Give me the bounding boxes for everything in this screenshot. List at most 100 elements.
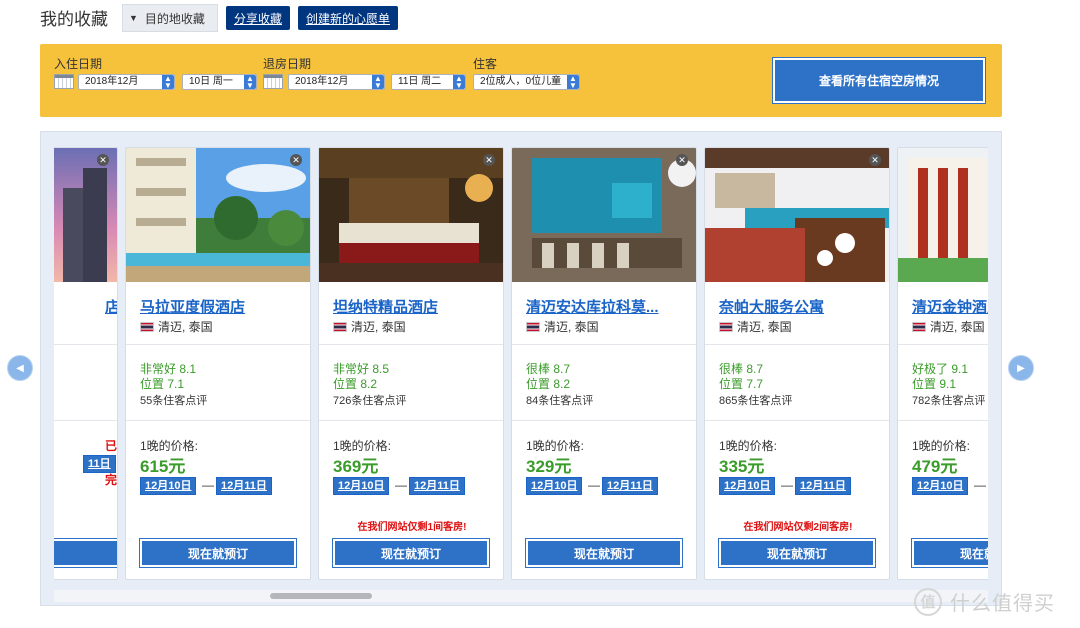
select-arrows-icon: ▲ ▼ — [453, 75, 465, 90]
hotel-card[interactable]: ✕ 坦纳特精品酒店 清迈, 泰国 非常好 8.5 位置 8.2 726条住客点评… — [318, 147, 504, 580]
location-text: 清迈, 泰国 — [930, 320, 985, 334]
review-count-link[interactable]: 55条住客点评 — [140, 392, 207, 408]
checkin-day-value: 10日 周一 — [189, 76, 233, 87]
hotel-name[interactable]: 店 — [105, 296, 117, 317]
hotel-photo[interactable] — [898, 148, 988, 282]
remove-favorite-icon[interactable]: ✕ — [676, 154, 688, 166]
thailand-flag-icon — [333, 321, 347, 332]
book-now-button[interactable]: 现在就预订 — [332, 538, 490, 568]
book-now-button[interactable]: 现在就预订 — [525, 538, 683, 568]
hotel-name[interactable]: 奈帕大服务公寓 — [719, 296, 884, 317]
checkin-date-tag[interactable]: 12月10日 — [333, 477, 390, 495]
scarcity-alert: 在我们网站仅剩1间客房! — [357, 522, 467, 533]
hotel-photo[interactable] — [512, 148, 696, 282]
hotel-photo[interactable] — [54, 148, 117, 282]
destination-dropdown[interactable]: ▼ 目的地收藏 — [122, 4, 218, 32]
book-now-button[interactable]: 现在就预订 — [718, 538, 876, 568]
price-value: 335元 — [719, 457, 765, 476]
checkout-month-select[interactable]: 2018年12月 ▲ ▼ — [288, 74, 385, 90]
checkin-day-select[interactable]: 10日 周一 ▲ ▼ — [182, 74, 257, 90]
hotel-name[interactable]: 清迈安达库拉科莫... — [526, 296, 691, 317]
arrow-left-icon: ◀ — [16, 362, 24, 374]
checkin-label: 入住日期 — [54, 57, 103, 71]
book-now-button[interactable] — [54, 538, 117, 568]
date-separator: — — [781, 478, 793, 492]
site-watermark: 值 什么值得买 — [914, 587, 1055, 616]
hotel-location: 清迈, 泰国 — [140, 318, 213, 335]
checkin-month-value: 2018年12月 — [85, 76, 139, 87]
select-arrows-icon: ▲ ▼ — [372, 75, 384, 90]
hotel-name[interactable]: 坦纳特精品酒店 — [333, 296, 498, 317]
hotel-photo[interactable] — [319, 148, 503, 282]
checkout-date-tag[interactable]: 12月11日 — [602, 477, 658, 495]
checkin-month-select[interactable]: 2018年12月 ▲ ▼ — [78, 74, 175, 90]
checkout-date-tag[interactable]: 12月11日 — [216, 477, 272, 495]
hotel-location: 清迈, 泰国 — [526, 318, 599, 335]
hotel-photo[interactable] — [705, 148, 889, 282]
review-count-link[interactable]: 782条住客点评 — [912, 392, 985, 408]
hotel-card[interactable]: ✕ 马拉亚度假酒店 清迈, 泰国 非常好 8.1 位置 7.1 55条住客点评 … — [125, 147, 311, 580]
scarcity-alert: 在我们网站仅剩2间客房! — [743, 522, 853, 533]
guests-label: 住客 — [473, 57, 498, 71]
checkin-date-tag[interactable]: 12月10日 — [140, 477, 197, 495]
remove-favorite-icon[interactable]: ✕ — [290, 154, 302, 166]
price-value: 329元 — [526, 457, 572, 476]
create-wishlist-button[interactable]: 创建新的心愿单 — [297, 6, 398, 30]
location-text: 清迈, 泰国 — [737, 320, 792, 334]
remove-favorite-icon[interactable]: ✕ — [97, 154, 109, 166]
thailand-flag-icon — [912, 321, 926, 332]
carousel-next-button[interactable]: ▶ — [1008, 355, 1034, 381]
hotel-location: 清迈, 泰国 — [719, 318, 792, 335]
review-count-link[interactable]: 726条住客点评 — [333, 392, 406, 408]
book-now-button[interactable]: 现在就预订 — [139, 538, 297, 568]
select-arrows-icon: ▲ ▼ — [567, 75, 579, 90]
book-now-button[interactable]: 现在就预订 — [911, 538, 988, 568]
hotel-name[interactable]: 马拉亚度假酒店 — [140, 296, 305, 317]
carousel-prev-button[interactable]: ◀ — [7, 355, 33, 381]
share-favorites-button[interactable]: 分享收藏 — [225, 6, 290, 30]
thailand-flag-icon — [719, 321, 733, 332]
checkout-day-value: 11日 周二 — [398, 76, 442, 87]
review-count-link[interactable]: 865条住客点评 — [719, 392, 792, 408]
caret-down-icon: ▼ — [129, 13, 138, 23]
checkout-date-tag[interactable]: 12月11日 — [409, 477, 465, 495]
hotel-location: 清迈, 泰国 — [912, 318, 985, 335]
checkout-date-tag[interactable]: 11日 — [83, 455, 116, 473]
hotel-card[interactable]: 清迈金钟酒店 清迈, 泰国 好极了 9.1 位置 9.1 782条住客点评 1晚… — [897, 147, 988, 580]
date-separator: — — [974, 478, 986, 492]
carousel-viewport: ✕ 店 已售完 11日 ✕ 马拉亚度假酒店 清迈, 泰国 非常好 8.1 位置 … — [54, 147, 988, 582]
availability-search-bar: 入住日期 2018年12月 ▲ ▼ 10日 周一 ▲ ▼ 退房日期 2018年12月… — [40, 44, 1002, 117]
arrow-right-icon: ▶ — [1017, 362, 1025, 374]
checkin-date-tag[interactable]: 12月10日 — [719, 477, 776, 495]
checkin-date-tag[interactable]: 12月10日 — [526, 477, 583, 495]
remove-favorite-icon[interactable]: ✕ — [869, 154, 881, 166]
review-count-link[interactable]: 84条住客点评 — [526, 392, 593, 408]
checkin-date-tag[interactable]: 12月10日 — [912, 477, 969, 495]
date-separator: — — [202, 478, 214, 492]
hotel-photo[interactable] — [126, 148, 310, 282]
hotel-card[interactable]: ✕ 奈帕大服务公寓 清迈, 泰国 很棒 8.7 位置 7.7 865条住客点评 … — [704, 147, 890, 580]
remove-favorite-icon[interactable]: ✕ — [483, 154, 495, 166]
hotel-name[interactable]: 清迈金钟酒店 — [912, 296, 988, 317]
price-value: 615元 — [140, 457, 186, 476]
hotel-location: 清迈, 泰国 — [333, 318, 406, 335]
select-arrows-icon: ▲ ▼ — [162, 75, 174, 90]
hotel-card[interactable]: ✕ 清迈安达库拉科莫... 清迈, 泰国 很棒 8.7 位置 8.2 84条住客… — [511, 147, 697, 580]
location-score: 位置 9.1 — [912, 377, 957, 391]
location-score: 位置 7.7 — [719, 377, 764, 391]
location-score: 位置 8.2 — [333, 377, 378, 391]
checkout-date-tag[interactable]: 12月11日 — [795, 477, 851, 495]
check-availability-button[interactable]: 查看所有住宿空房情况 — [772, 57, 986, 104]
price-value: 479元 — [912, 457, 958, 476]
carousel-scrollbar[interactable] — [54, 590, 988, 602]
price-value: 369元 — [333, 457, 379, 476]
checkout-calendar-icon[interactable] — [263, 74, 283, 89]
location-score: 位置 7.1 — [140, 377, 185, 391]
hotel-card-partial[interactable]: ✕ 店 已售完 11日 — [54, 147, 118, 580]
checkin-calendar-icon[interactable] — [54, 74, 74, 89]
scrollbar-thumb[interactable] — [270, 593, 372, 599]
watermark-text: 什么值得买 — [950, 593, 1055, 615]
page-title: 我的收藏 — [40, 9, 108, 29]
checkout-day-select[interactable]: 11日 周二 ▲ ▼ — [391, 74, 466, 90]
guests-select[interactable]: 2位成人，0位儿童 ▲ ▼ — [473, 74, 580, 90]
